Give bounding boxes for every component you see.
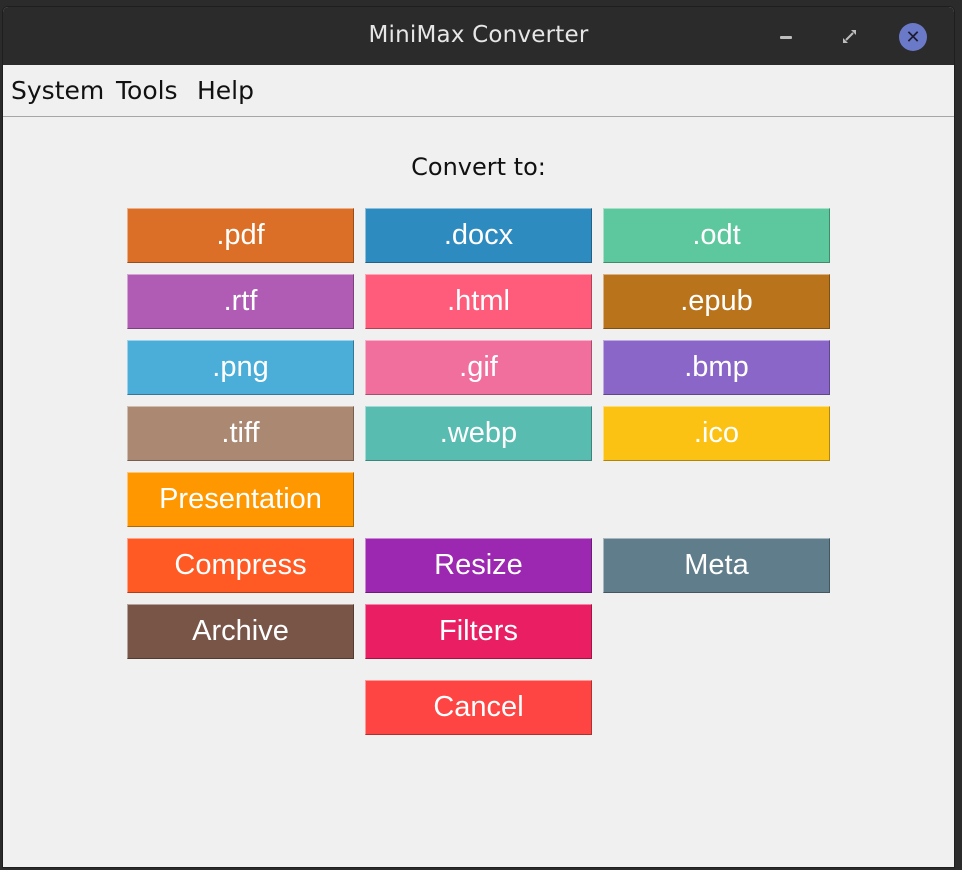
menu-bar: System Tools Help xyxy=(3,65,954,117)
convert-odt-button[interactable]: .odt xyxy=(603,208,830,263)
convert-png-button[interactable]: .png xyxy=(127,340,354,395)
title-bar[interactable]: MiniMax Converter ✕ xyxy=(3,7,954,65)
filters-button[interactable]: Filters xyxy=(365,604,592,659)
cancel-button[interactable]: Cancel xyxy=(365,680,592,735)
convert-docx-button[interactable]: .docx xyxy=(365,208,592,263)
maximize-icon[interactable] xyxy=(836,23,862,49)
menu-tools[interactable]: Tools xyxy=(116,76,178,105)
convert-rtf-button[interactable]: .rtf xyxy=(127,274,354,329)
convert-pdf-button[interactable]: .pdf xyxy=(127,208,354,263)
meta-button[interactable]: Meta xyxy=(603,538,830,593)
menu-help[interactable]: Help xyxy=(197,76,254,105)
app-window: MiniMax Converter ✕ System Tools Help Co… xyxy=(2,6,955,868)
compress-button[interactable]: Compress xyxy=(127,538,354,593)
convert-bmp-button[interactable]: .bmp xyxy=(603,340,830,395)
convert-ico-button[interactable]: .ico xyxy=(603,406,830,461)
convert-html-button[interactable]: .html xyxy=(365,274,592,329)
convert-tiff-button[interactable]: .tiff xyxy=(127,406,354,461)
presentation-button[interactable]: Presentation xyxy=(127,472,354,527)
convert-heading: Convert to: xyxy=(411,153,546,181)
window-title: MiniMax Converter xyxy=(368,22,589,48)
convert-epub-button[interactable]: .epub xyxy=(603,274,830,329)
close-icon[interactable]: ✕ xyxy=(899,23,927,51)
menu-system[interactable]: System xyxy=(11,76,104,105)
archive-button[interactable]: Archive xyxy=(127,604,354,659)
convert-gif-button[interactable]: .gif xyxy=(365,340,592,395)
convert-webp-button[interactable]: .webp xyxy=(365,406,592,461)
minimize-icon[interactable] xyxy=(773,23,799,49)
resize-button[interactable]: Resize xyxy=(365,538,592,593)
